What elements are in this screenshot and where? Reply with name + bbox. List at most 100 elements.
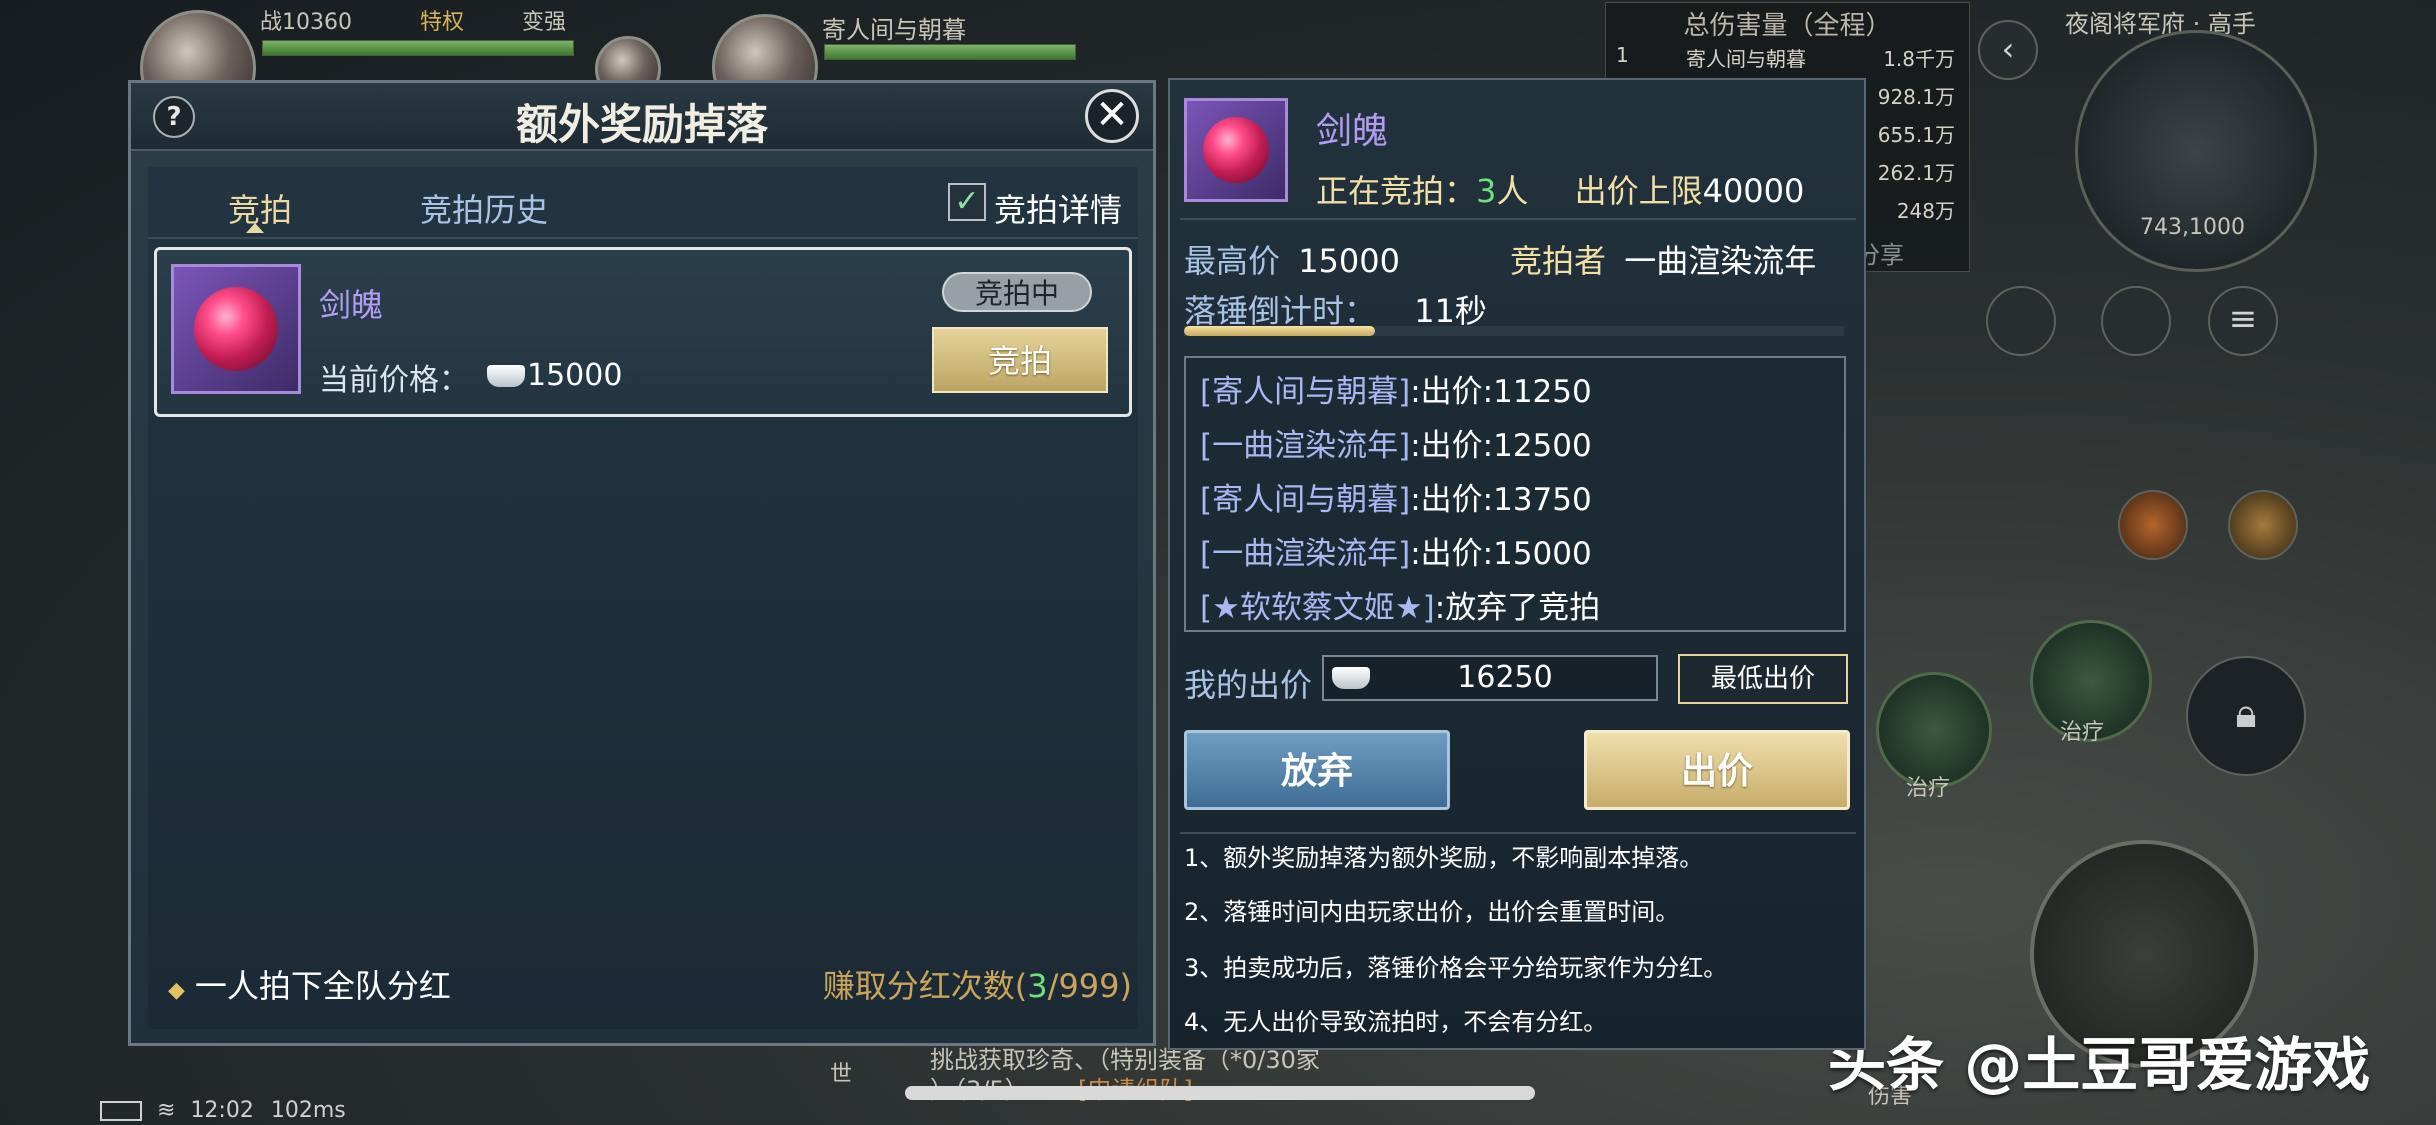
teammate-hp-bar <box>824 44 1076 60</box>
bag-icon[interactable] <box>1986 286 2056 356</box>
rule-text: 1、额外奖励掉落为额外奖励，不影响副本掉落。 <box>1184 844 1704 872</box>
bid-log: [寄人间与朝暮]:出价:11250 [一曲渲染流年]:出价:12500 [寄人间… <box>1184 356 1846 632</box>
chat-world-label[interactable]: 世 <box>830 1056 852 1088</box>
top-bidder-label: 竞拍者 <box>1510 242 1607 280</box>
bid-limit-value: 40000 <box>1702 172 1805 210</box>
countdown-progress-bar <box>1184 326 1844 336</box>
dividend-count: 赚取分红次数(3/999) <box>823 961 1132 1007</box>
bidder-name: [一曲渲染流年] <box>1200 536 1411 572</box>
damage-panel-title: 总伤害量（全程） <box>1683 11 1892 41</box>
rule-text: 2、落锤时间内由玩家出价，出价会重置时间。 <box>1184 898 1680 926</box>
bidding-info: 正在竞拍：3人 出价上限40000 <box>1316 166 1804 212</box>
status-badge: 竞拍中 <box>942 272 1092 312</box>
player-hp-bar <box>262 40 574 56</box>
bid-log-entry: [一曲渲染流年]:出价:15000 <box>1200 528 1592 573</box>
bid-text: :放弃了竞拍 <box>1434 590 1601 626</box>
status-time: 12:02 <box>190 1098 254 1123</box>
item-name: 剑魄 <box>319 286 384 324</box>
top-bidder-value: 一曲渲染流年 <box>1624 242 1817 280</box>
auction-detail-panel: 剑魄 正在竞拍：3人 出价上限40000 最高价 15000 竞拍者 一曲渲染流… <box>1168 78 1866 1050</box>
damage-rank: 1 <box>1616 43 1629 67</box>
bidding-count: 3 <box>1476 172 1497 210</box>
buff2-icon <box>2228 490 2298 560</box>
highest-price-label: 最高价 <box>1184 242 1281 280</box>
countdown-label: 落锤倒计时： <box>1184 292 1377 330</box>
tab-auction-history[interactable]: 竞拍历史 <box>420 185 548 231</box>
my-bid-label: 我的出价 <box>1184 666 1313 704</box>
dialog-title: 额外奖励掉落 <box>515 100 768 149</box>
collapse-button[interactable]: ‹ <box>1978 20 2038 80</box>
strengthen-label[interactable]: 变强 <box>522 4 566 36</box>
auction-detail-label[interactable]: 竞拍详情 <box>994 185 1122 231</box>
auction-item-card[interactable]: 剑魄 当前价格： 15000 竞拍中 竞拍 <box>154 247 1132 417</box>
auction-dialog: ? 额外奖励掉落 ✕ 竞拍 竞拍历史 ✓ 竞拍详情 剑魄 当前价格： 15000… <box>128 80 1156 1046</box>
dividend-count-suffix: /999) <box>1047 967 1132 1005</box>
item-icon <box>171 264 301 394</box>
bid-text: :出价:11250 <box>1410 374 1592 410</box>
place-bid-button[interactable]: 出价 <box>1584 730 1850 810</box>
dialog-header: ? 额外奖励掉落 ✕ <box>131 83 1153 151</box>
dividend-count-prefix: 赚取分红次数( <box>822 967 1028 1005</box>
map-coords: 743,1000 <box>2140 215 2245 240</box>
bid-button[interactable]: 竞拍 <box>932 327 1108 393</box>
bid-text: :出价:15000 <box>1410 536 1592 572</box>
dialog-body: 竞拍 竞拍历史 ✓ 竞拍详情 剑魄 当前价格： 15000 竞拍中 竞拍 ◆ 一人… <box>148 167 1138 1029</box>
bid-log-entry: [一曲渲染流年]:出价:12500 <box>1200 420 1592 465</box>
damage-value: 248万 <box>1896 199 1955 223</box>
diamond-icon: ◆ <box>168 978 185 1003</box>
status-ping: 102ms <box>270 1098 346 1123</box>
bidder-name: [★软软蔡文姬★] <box>1200 590 1435 626</box>
status-bar: ≋ 12:02 102ms <box>100 1098 346 1123</box>
min-bid-button[interactable]: 最低出价 <box>1678 654 1848 704</box>
team-dividend-text: 一人拍下全队分红 <box>194 967 451 1005</box>
damage-value: 1.8千万 <box>1883 47 1955 71</box>
bid-log-entry: [★软软蔡文姬★]:放弃了竞拍 <box>1200 582 1600 627</box>
soul-orb-icon <box>194 287 278 371</box>
damage-value: 655.1万 <box>1877 123 1955 147</box>
rule-text: 4、无人出价导致流拍时，不会有分红。 <box>1184 1008 1608 1036</box>
auction-detail-checkbox[interactable]: ✓ <box>948 183 986 221</box>
bidder-name: [寄人间与朝暮] <box>1200 374 1411 410</box>
active-tab-marker <box>246 223 264 233</box>
minimap[interactable]: 743,1000 <box>2075 30 2317 272</box>
countdown-value: 11秒 <box>1414 292 1487 330</box>
rule-text: 3、拍卖成功后，落锤价格会平分给玩家作为分红。 <box>1184 954 1728 982</box>
my-bid-input[interactable]: 16250 <box>1322 655 1658 701</box>
damage-value: 262.1万 <box>1877 161 1955 185</box>
bid-log-entry: [寄人间与朝暮]:出价:13750 <box>1200 474 1592 519</box>
countdown-progress-fill <box>1184 326 1376 336</box>
bidder-name: [寄人间与朝暮] <box>1200 482 1411 518</box>
battery-icon <box>100 1101 142 1121</box>
divider <box>1180 832 1856 834</box>
silver-ingot-icon <box>1332 667 1370 689</box>
bidder-name: [一曲渲染流年] <box>1200 428 1411 464</box>
bid-text: :出价:12500 <box>1410 428 1592 464</box>
current-price-value: 15000 <box>527 358 623 393</box>
bidding-label: 正在竞拍： <box>1316 172 1477 210</box>
abandon-button[interactable]: 放弃 <box>1184 730 1450 810</box>
lock-icon[interactable]: 🔒︎ <box>2186 656 2306 776</box>
bid-text: :出价:13750 <box>1410 482 1592 518</box>
bid-log-entry: [寄人间与朝暮]:出价:11250 <box>1200 366 1592 411</box>
highest-price: 最高价 15000 <box>1184 236 1400 282</box>
divider <box>1180 218 1856 220</box>
home-indicator[interactable] <box>905 1086 1535 1100</box>
wifi-icon: ≋ <box>157 1098 176 1123</box>
tab-divider <box>148 237 1138 239</box>
silver-ingot-icon <box>487 365 525 387</box>
soul-orb-icon <box>1203 117 1269 183</box>
dividend-count-value: 3 <box>1027 967 1048 1005</box>
highest-price-value: 15000 <box>1298 242 1400 280</box>
screen-icon[interactable] <box>2101 286 2171 356</box>
buff-icon <box>2118 490 2188 560</box>
menu-icon[interactable]: ≡ <box>2208 286 2278 356</box>
heal-skill-label: 治疗 <box>2060 720 2105 745</box>
watermark: 头条 @土豆哥爱游戏 <box>1828 1031 2371 1099</box>
detail-item-name: 剑魄 <box>1316 111 1389 152</box>
heal-skill2-label: 治疗 <box>1906 776 1951 801</box>
close-button[interactable]: ✕ <box>1085 89 1139 143</box>
bidding-unit: 人 <box>1496 172 1529 210</box>
teammate-name: 寄人间与朝暮 <box>822 16 966 44</box>
detail-item-icon <box>1184 98 1288 202</box>
privilege-label[interactable]: 特权 <box>420 4 464 36</box>
